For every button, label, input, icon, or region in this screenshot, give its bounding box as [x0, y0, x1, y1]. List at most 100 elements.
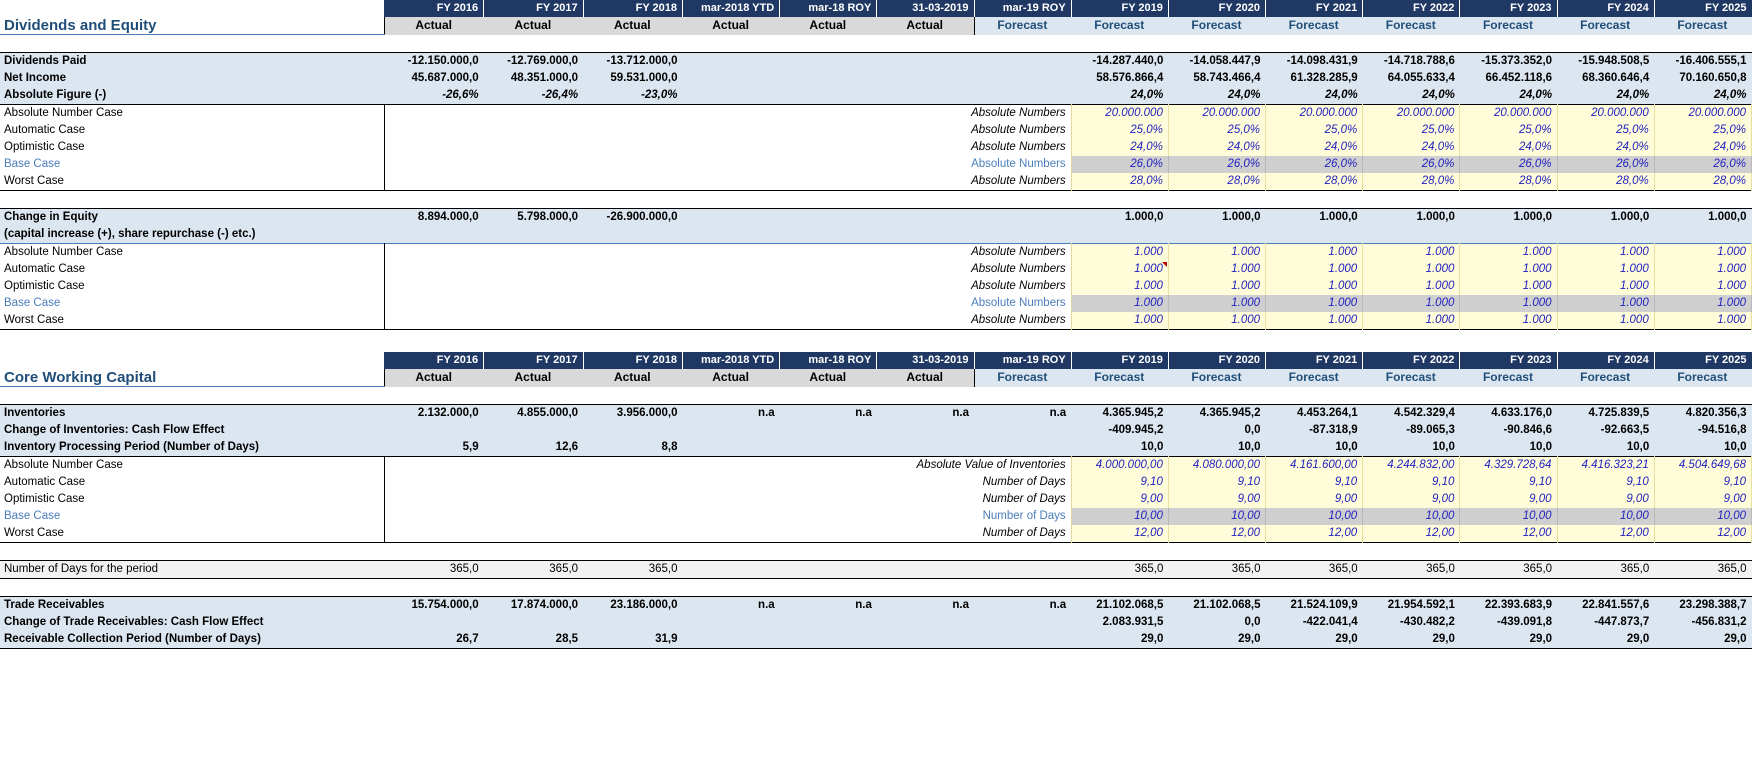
- s1-equity-scenario-4-label[interactable]: Worst Case: [0, 312, 384, 330]
- s2-inventory-scenario-2-input-4[interactable]: 9,00: [1459, 491, 1558, 508]
- s2-inventory-scenario-0-label[interactable]: Absolute Number Case: [0, 457, 384, 475]
- s1-equity-scenario-0-input-4[interactable]: 1.000: [1459, 243, 1558, 261]
- s2-inventory-scenario-2-input-3[interactable]: 9,00: [1362, 491, 1461, 508]
- s1-equity-scenario-3-input-4[interactable]: 1.000: [1459, 295, 1558, 312]
- s2-col-header-fy-2016[interactable]: FY 2016: [384, 352, 485, 369]
- s2-inventory-scenario-2-label[interactable]: Optimistic Case: [0, 491, 384, 508]
- s1-scenario-3-input-3[interactable]: 26,0%: [1362, 156, 1461, 173]
- s1-col-header-fy-2020[interactable]: FY 2020: [1168, 0, 1267, 17]
- s1-scenario-3-input-6[interactable]: 26,0%: [1654, 156, 1752, 173]
- s1-equity-scenario-4-input-1[interactable]: 1.000: [1168, 312, 1267, 330]
- s1-scenario-2-input-0[interactable]: 24,0%: [1070, 139, 1169, 156]
- s2-inventory-scenario-0-input-6[interactable]: 4.504.649,68: [1654, 456, 1752, 474]
- s1-scenario-1-input-6[interactable]: 25,0%: [1654, 122, 1752, 139]
- s2-col-header-mar-2018-ytd[interactable]: mar-2018 YTD: [682, 352, 781, 369]
- s1-scenario-0-label[interactable]: Absolute Number Case: [0, 105, 384, 123]
- s1-equity-scenario-1-input-1[interactable]: 1.000: [1168, 261, 1267, 278]
- s2-col-header-fy-2024[interactable]: FY 2024: [1557, 352, 1655, 369]
- s2-col-header-fy-2019[interactable]: FY 2019: [1071, 352, 1169, 369]
- s1-col-header-fy-2023[interactable]: FY 2023: [1459, 0, 1558, 17]
- s1-scenario-1-input-4[interactable]: 25,0%: [1459, 122, 1558, 139]
- s2-inventory-scenario-0-input-1[interactable]: 4.080.000,00: [1168, 456, 1267, 474]
- s1-scenario-4-input-5[interactable]: 28,0%: [1557, 173, 1655, 191]
- s2-inventory-scenario-0-input-5[interactable]: 4.416.323,21: [1557, 456, 1655, 474]
- s1-col-header-mar-2018-ytd[interactable]: mar-2018 YTD: [682, 0, 781, 17]
- s1-equity-scenario-2-input-2[interactable]: 1.000: [1265, 278, 1364, 295]
- s1-col-header-mar-18-roy[interactable]: mar-18 ROY: [779, 0, 878, 17]
- s1-equity-scenario-2-input-4[interactable]: 1.000: [1459, 278, 1558, 295]
- s2-inventory-scenario-3-input-5[interactable]: 10,00: [1557, 508, 1655, 525]
- s2-col-header-fy-2018[interactable]: FY 2018: [583, 352, 684, 369]
- s1-col-header-31-03-2019[interactable]: 31-03-2019: [876, 0, 975, 17]
- s1-equity-scenario-2-input-5[interactable]: 1.000: [1557, 278, 1655, 295]
- s2-inventory-scenario-4-input-0[interactable]: 12,00: [1070, 525, 1169, 543]
- s1-scenario-2-input-4[interactable]: 24,0%: [1459, 139, 1558, 156]
- s1-equity-scenario-0-input-6[interactable]: 1.000: [1654, 243, 1752, 261]
- s1-scenario-3-input-5[interactable]: 26,0%: [1557, 156, 1655, 173]
- s1-equity-scenario-3-input-1[interactable]: 1.000: [1168, 295, 1267, 312]
- s1-scenario-4-input-1[interactable]: 28,0%: [1168, 173, 1267, 191]
- s2-inventory-scenario-3-input-2[interactable]: 10,00: [1265, 508, 1364, 525]
- s2-col-header-mar-19-roy[interactable]: mar-19 ROY: [974, 352, 1072, 369]
- s2-inventory-scenario-2-input-1[interactable]: 9,00: [1168, 491, 1267, 508]
- s1-equity-scenario-2-input-0[interactable]: 1.000: [1070, 278, 1169, 295]
- s2-inventory-scenario-1-input-0[interactable]: 9,10: [1070, 474, 1169, 491]
- spreadsheet-canvas[interactable]: FY 2016 FY 2017 FY 2018 mar-2018 YTD mar-18 …: [0, 0, 1752, 649]
- s2-inventory-scenario-1-input-5[interactable]: 9,10: [1557, 474, 1655, 491]
- s2-inventory-scenario-1-input-4[interactable]: 9,10: [1459, 474, 1558, 491]
- s1-scenario-0-input-1[interactable]: 20.000.000: [1168, 104, 1267, 122]
- s2-inventory-scenario-2-input-6[interactable]: 9,00: [1654, 491, 1752, 508]
- s1-equity-scenario-4-input-4[interactable]: 1.000: [1459, 312, 1558, 330]
- s1-scenario-1-input-1[interactable]: 25,0%: [1168, 122, 1267, 139]
- s1-equity-scenario-0-input-2[interactable]: 1.000: [1265, 243, 1364, 261]
- s1-equity-scenario-0-input-1[interactable]: 1.000: [1168, 243, 1267, 261]
- s1-scenario-4-input-3[interactable]: 28,0%: [1362, 173, 1461, 191]
- s2-col-header-fy-2021[interactable]: FY 2021: [1265, 352, 1364, 369]
- s1-scenario-1-input-2[interactable]: 25,0%: [1265, 122, 1364, 139]
- s1-col-header-fy-2019[interactable]: FY 2019: [1071, 0, 1169, 17]
- s1-equity-scenario-1-input-2[interactable]: 1.000: [1265, 261, 1364, 278]
- s1-scenario-3-input-0[interactable]: 26,0%: [1070, 156, 1169, 173]
- s1-scenario-2-input-1[interactable]: 24,0%: [1168, 139, 1267, 156]
- s1-col-header-fy-2025[interactable]: FY 2025: [1654, 0, 1752, 17]
- s2-inventory-scenario-1-input-6[interactable]: 9,10: [1654, 474, 1752, 491]
- s1-scenario-2-input-6[interactable]: 24,0%: [1654, 139, 1752, 156]
- s2-col-header-fy-2020[interactable]: FY 2020: [1168, 352, 1267, 369]
- s1-scenario-1-input-0[interactable]: 25,0%: [1070, 122, 1169, 139]
- s1-equity-scenario-3-input-6[interactable]: 1.000: [1654, 295, 1752, 312]
- s1-scenario-0-input-3[interactable]: 20.000.000: [1362, 104, 1461, 122]
- s1-scenario-0-input-5[interactable]: 20.000.000: [1557, 104, 1655, 122]
- s1-equity-scenario-3-input-2[interactable]: 1.000: [1265, 295, 1364, 312]
- s1-equity-scenario-0-input-5[interactable]: 1.000: [1557, 243, 1655, 261]
- s1-equity-scenario-2-input-1[interactable]: 1.000: [1168, 278, 1267, 295]
- s1-equity-scenario-3-input-3[interactable]: 1.000: [1362, 295, 1461, 312]
- s2-inventory-scenario-0-input-2[interactable]: 4.161.600,00: [1265, 456, 1364, 474]
- s1-scenario-2-label[interactable]: Optimistic Case: [0, 139, 384, 156]
- s1-equity-scenario-2-input-6[interactable]: 1.000: [1654, 278, 1752, 295]
- s2-inventory-scenario-4-input-2[interactable]: 12,00: [1265, 525, 1364, 543]
- s2-col-header-fy-2025[interactable]: FY 2025: [1654, 352, 1752, 369]
- s1-col-header-fy-2017[interactable]: FY 2017: [483, 0, 584, 17]
- s2-inventory-scenario-1-input-1[interactable]: 9,10: [1168, 474, 1267, 491]
- s2-inventory-scenario-4-label[interactable]: Worst Case: [0, 525, 384, 543]
- s1-scenario-0-input-2[interactable]: 20.000.000: [1265, 104, 1364, 122]
- s1-equity-scenario-2-input-3[interactable]: 1.000: [1362, 278, 1461, 295]
- s1-equity-scenario-4-input-6[interactable]: 1.000: [1654, 312, 1752, 330]
- s1-scenario-1-label[interactable]: Automatic Case: [0, 122, 384, 139]
- s1-scenario-0-input-0[interactable]: 20.000.000: [1070, 104, 1169, 122]
- s2-inventory-scenario-2-input-0[interactable]: 9,00: [1070, 491, 1169, 508]
- s1-scenario-0-input-6[interactable]: 20.000.000: [1654, 104, 1752, 122]
- s1-scenario-2-input-3[interactable]: 24,0%: [1362, 139, 1461, 156]
- s2-inventory-scenario-2-input-5[interactable]: 9,00: [1557, 491, 1655, 508]
- s2-inventory-scenario-2-input-2[interactable]: 9,00: [1265, 491, 1364, 508]
- s2-inventory-scenario-1-label[interactable]: Automatic Case: [0, 474, 384, 491]
- s2-col-header-31-03-2019[interactable]: 31-03-2019: [876, 352, 975, 369]
- s1-col-header-fy-2024[interactable]: FY 2024: [1557, 0, 1655, 17]
- s1-equity-scenario-2-label[interactable]: Optimistic Case: [0, 278, 384, 295]
- s1-scenario-1-input-5[interactable]: 25,0%: [1557, 122, 1655, 139]
- s2-inventory-scenario-3-input-6[interactable]: 10,00: [1654, 508, 1752, 525]
- s2-col-header-fy-2022[interactable]: FY 2022: [1362, 352, 1461, 369]
- s1-equity-scenario-4-input-3[interactable]: 1.000: [1362, 312, 1461, 330]
- s1-scenario-3-input-2[interactable]: 26,0%: [1265, 156, 1364, 173]
- s1-scenario-3-input-1[interactable]: 26,0%: [1168, 156, 1267, 173]
